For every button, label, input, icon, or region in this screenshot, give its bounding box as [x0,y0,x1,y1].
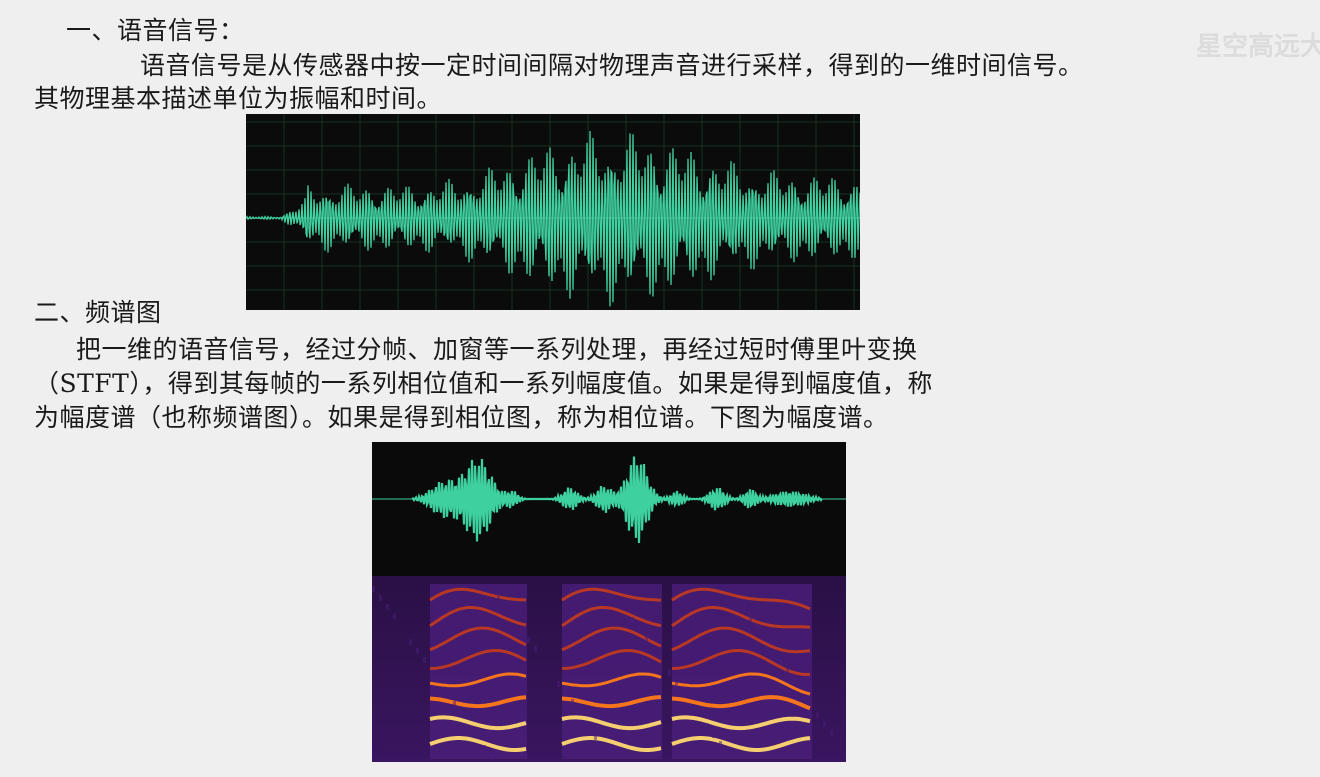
section1-heading: 一、语音信号： [66,16,245,45]
section2-paragraph-line1: 把一维的语音信号，经过分帧、加窗等一系列处理，再经过短时傅里叶变换 [76,335,918,364]
speech-wave-trace [411,456,823,544]
spectrogram-harmonics [372,584,833,760]
watermark-text: 星空高远大 [1196,32,1320,62]
section2-heading: 二、频谱图 [34,298,162,327]
section1-paragraph-line2: 其物理基本描述单位为振幅和时间。 [34,84,443,113]
waveform-trace [246,130,860,307]
waveform-figure [246,114,860,310]
speech-waveform-figure [372,442,846,576]
section1-paragraph-line1: 语音信号是从传感器中按一定时间间隔对物理声音进行采样，得到的一维时间信号。 [140,51,1084,80]
section2-paragraph-line3: 为幅度谱（也称频谱图）。如果是得到相位图，称为相位谱。下图为幅度谱。 [34,403,889,432]
section2-paragraph-line2: （STFT），得到其每帧的一系列相位值和一系列幅度值。如果是得到幅度值，称 [34,369,933,398]
spectrogram-figure [372,576,846,762]
